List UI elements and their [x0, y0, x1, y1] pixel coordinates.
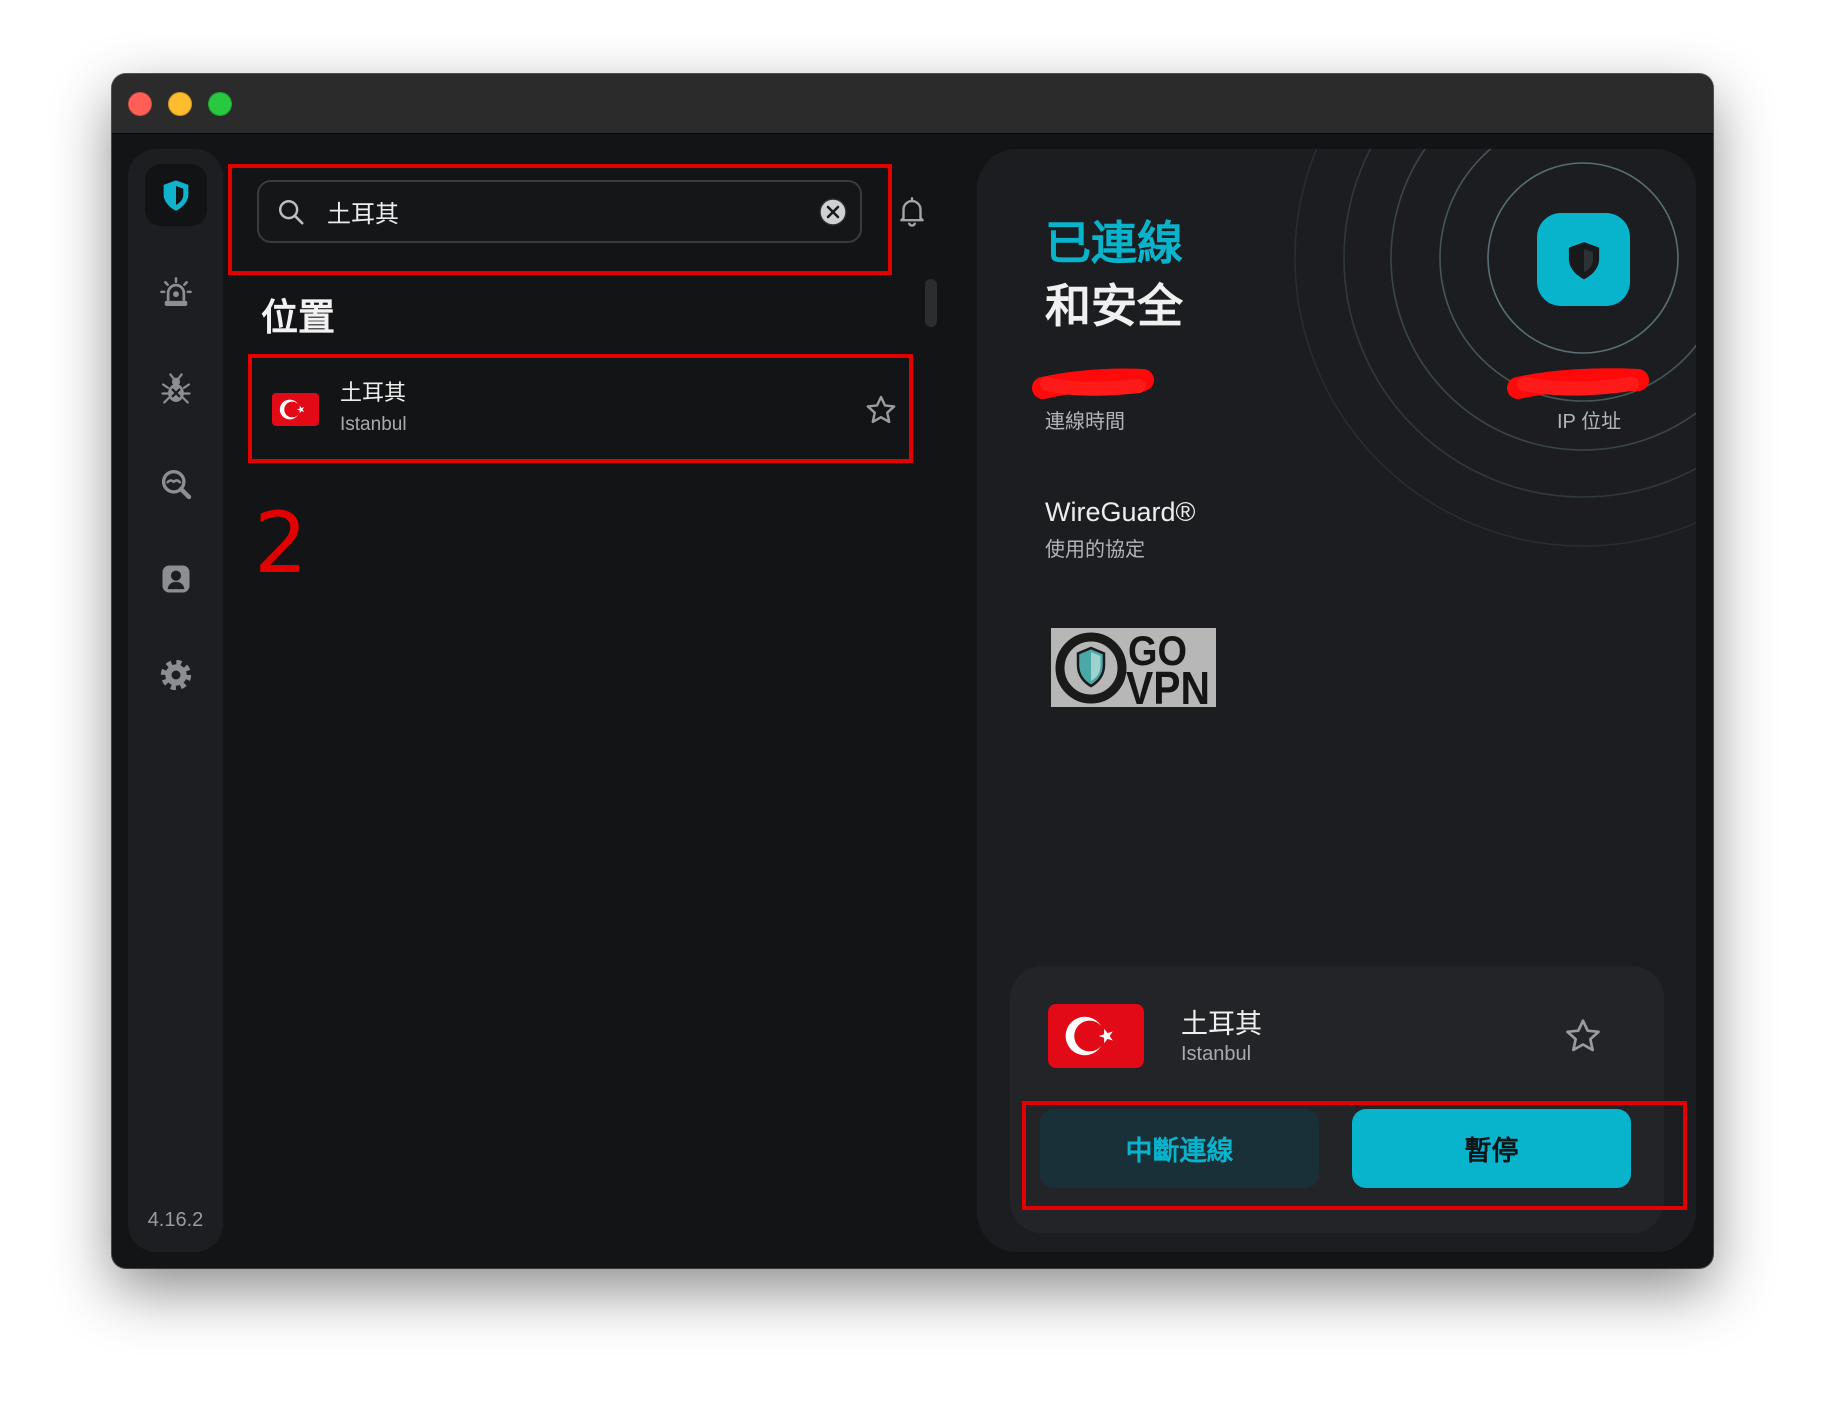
sidebar-item-account[interactable]	[145, 548, 207, 610]
redaction-mark	[1507, 368, 1649, 399]
locations-heading: 位置	[261, 297, 335, 338]
connection-time-label: 連線時間	[1045, 411, 1125, 433]
title-bar	[112, 74, 1713, 134]
go-vpn-logo: GO VPN	[1051, 628, 1216, 707]
close-window-button[interactable]	[128, 92, 152, 116]
shield-icon	[1568, 241, 1599, 279]
annotation-step-number: 2	[254, 494, 308, 592]
sidebar-item-scan[interactable]	[145, 453, 207, 515]
sidebar: 4.16.2	[128, 149, 223, 1252]
zoom-window-button[interactable]	[208, 92, 232, 116]
protocol-label: 使用的協定	[1045, 539, 1145, 561]
bell-icon[interactable]	[895, 194, 929, 228]
gear-icon	[160, 659, 192, 691]
status-title-connected: 已連線	[1045, 217, 1183, 269]
connection-panel: 已連線 和安全 連線時間 IP 位址 WireGuard® 使用的協定 GO V…	[977, 149, 1696, 1252]
current-country: 土耳其	[1181, 1009, 1262, 1039]
favorite-star-icon[interactable]	[864, 393, 898, 427]
pause-button[interactable]: 暫停	[1352, 1109, 1631, 1188]
redaction-mark	[1032, 368, 1154, 399]
status-title-secure: 和安全	[1045, 280, 1183, 332]
sidebar-item-threats[interactable]	[145, 358, 207, 420]
sidebar-item-settings[interactable]	[145, 644, 207, 706]
search-field[interactable]	[257, 180, 862, 243]
alarm-icon	[160, 277, 192, 306]
current-location-card: 土耳其 Istanbul 中斷連線 暫停	[1010, 966, 1664, 1233]
user-card-icon	[162, 565, 190, 593]
location-country: 土耳其	[340, 380, 407, 405]
scrollbar[interactable]	[925, 279, 937, 327]
minimize-window-button[interactable]	[168, 92, 192, 116]
favorite-star-icon[interactable]	[1563, 1016, 1603, 1056]
clear-icon[interactable]	[817, 196, 849, 228]
app-window: 4.16.2 位置 土耳其 Istanbul	[112, 74, 1713, 1268]
sidebar-item-alarm[interactable]	[145, 262, 207, 324]
disconnect-button[interactable]: 中斷連線	[1040, 1109, 1319, 1188]
search-scan-icon	[161, 469, 192, 500]
search-input[interactable]	[327, 182, 787, 241]
search-icon	[279, 200, 304, 225]
vpn-toggle-button[interactable]	[1537, 213, 1630, 306]
svg-text:VPN: VPN	[1126, 662, 1210, 707]
location-item[interactable]: 土耳其 Istanbul	[252, 358, 909, 459]
turkey-flag-icon	[1048, 1004, 1144, 1068]
turkey-flag-icon	[272, 393, 319, 426]
sidebar-item-vpn[interactable]	[145, 164, 207, 226]
location-city: Istanbul	[340, 414, 407, 435]
bug-icon	[161, 373, 191, 404]
protocol-name: WireGuard®	[1045, 497, 1196, 527]
shield-icon	[163, 180, 189, 211]
current-city: Istanbul	[1181, 1043, 1252, 1065]
app-version: 4.16.2	[147, 1209, 204, 1231]
ip-address-label: IP 位址	[1557, 411, 1622, 433]
